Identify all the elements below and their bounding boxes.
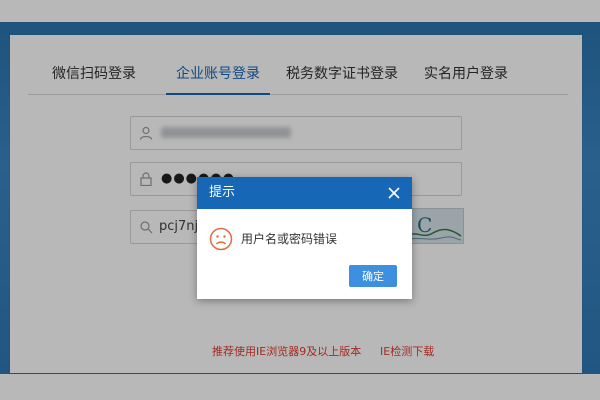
sad-face-icon — [209, 227, 233, 251]
error-message: 用户名或密码错误 — [241, 232, 338, 246]
dialog-title: 提示 — [209, 185, 236, 200]
error-dialog: 提示 用户名或密码错误 确定 — [197, 177, 412, 299]
page: 微信扫码登录 企业账号登录 税务数字证书登录 实名用户登录 ●●●●●● pcj… — [0, 0, 600, 400]
close-icon[interactable] — [386, 185, 402, 201]
confirm-button[interactable]: 确定 — [349, 265, 397, 287]
dialog-header: 提示 — [197, 177, 412, 209]
